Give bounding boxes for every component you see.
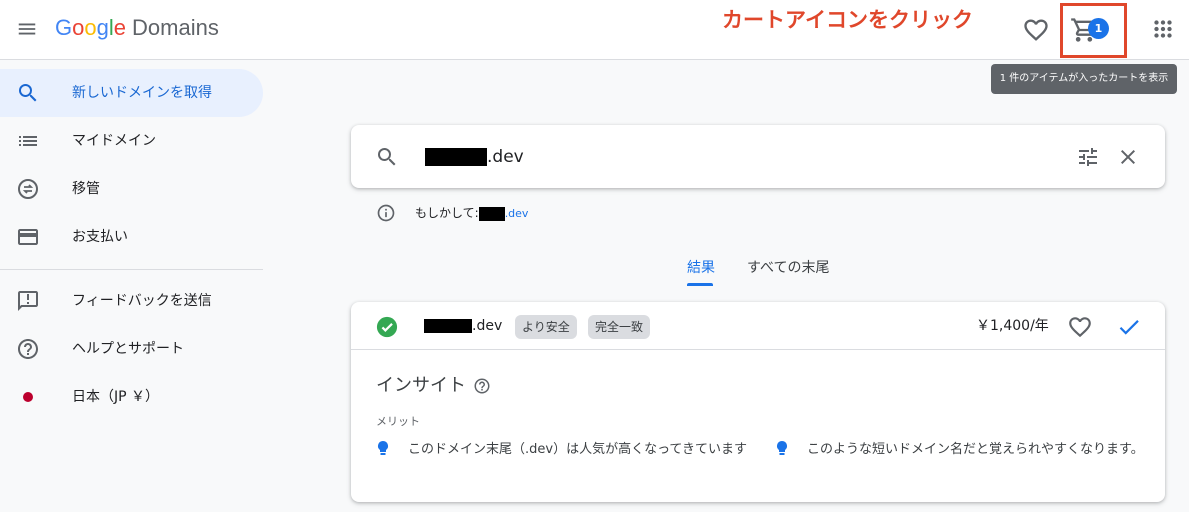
help-icon — [18, 339, 38, 359]
google-domains-logo[interactable]: Google Domains — [55, 14, 219, 42]
lightbulb-icon — [378, 441, 388, 455]
logo-product-name: Domains — [132, 15, 219, 40]
result-tabs: 結果 すべての末尾 — [351, 252, 1165, 288]
lightbulb-icon — [777, 441, 787, 455]
sidebar-item-label: 移管 — [72, 181, 100, 197]
list-icon — [19, 136, 37, 146]
sidebar: 新しいドメインを取得 マイドメイン 移管 お支払い フィードバックを送信 ヘルプ… — [0, 61, 270, 512]
sidebar-item-label: お支払い — [72, 229, 128, 245]
result-price: ￥1,400/年 — [976, 318, 1049, 334]
redacted-text — [478, 206, 505, 221]
chip-exact-match: 完全一致 — [588, 315, 651, 339]
added-to-cart-check-icon[interactable] — [1116, 314, 1142, 340]
sidebar-item-billing[interactable]: お支払い — [0, 213, 263, 261]
search-icon — [378, 148, 396, 166]
search-query-suffix: .dev — [487, 147, 524, 167]
sidebar-item-label: ヘルプとサポート — [72, 341, 184, 357]
sidebar-item-new-domain[interactable]: 新しいドメインを取得 — [0, 69, 263, 117]
sidebar-item-label: 新しいドメインを取得 — [72, 85, 212, 101]
result-card: .dev より安全 完全一致 ￥1,400/年 インサイト メリット このドメイ… — [351, 302, 1165, 502]
sidebar-item-label: 日本（JP ￥） — [72, 389, 160, 405]
japan-flag-icon — [23, 392, 33, 402]
sidebar-item-feedback[interactable]: フィードバックを送信 — [0, 277, 263, 325]
merit-label: メリット — [376, 415, 420, 428]
suggestion-link[interactable]: .dev — [505, 207, 529, 220]
did-you-mean-text: もしかして: .dev — [415, 206, 529, 221]
favorite-icon[interactable] — [1067, 314, 1093, 340]
tab-results[interactable]: 結果 — [687, 258, 715, 278]
insight-point: このドメイン末尾（.dev）は人気が高くなってきています — [408, 442, 748, 457]
close-icon[interactable] — [1116, 145, 1140, 169]
result-domain-name: .dev — [424, 316, 502, 336]
sidebar-item-label: フィードバックを送信 — [72, 293, 212, 309]
transfer-icon — [18, 179, 38, 199]
search-input[interactable]: .dev — [425, 145, 524, 169]
annotation-text: カートアイコンをクリック — [722, 8, 973, 32]
available-check-icon — [376, 316, 398, 338]
sidebar-item-transfer[interactable]: 移管 — [0, 165, 263, 213]
tune-icon[interactable] — [1076, 145, 1100, 169]
sidebar-item-my-domains[interactable]: マイドメイン — [0, 117, 263, 165]
favorites-icon[interactable] — [1022, 16, 1050, 44]
redacted-text — [425, 148, 487, 166]
insight-point: このような短いドメイン名だと覚えられやすくなります。 — [807, 442, 1144, 457]
sidebar-item-region[interactable]: 日本（JP ￥） — [0, 373, 263, 421]
insight-title: インサイト — [376, 375, 466, 396]
cart-tooltip: 1 件のアイテムが入ったカートを表示 — [991, 64, 1177, 94]
redacted-text — [424, 319, 472, 333]
tab-all-endings[interactable]: すべての末尾 — [747, 258, 829, 278]
chip-safer: より安全 — [515, 315, 577, 339]
info-icon — [377, 204, 395, 222]
tab-active-indicator — [687, 283, 713, 286]
sidebar-item-label: マイドメイン — [72, 133, 156, 149]
help-icon[interactable] — [473, 377, 491, 395]
search-card: .dev — [351, 125, 1165, 188]
feedback-icon — [18, 291, 38, 311]
sidebar-item-help[interactable]: ヘルプとサポート — [0, 325, 263, 373]
credit-card-icon — [18, 229, 38, 245]
apps-grid-icon[interactable] — [1150, 16, 1176, 42]
cart-count-badge: 1 — [1088, 18, 1109, 39]
domain-result-row[interactable]: .dev より安全 完全一致 ￥1,400/年 — [351, 302, 1165, 350]
search-icon — [19, 84, 37, 102]
top-bar: Google Domains カートアイコンをクリック 1 — [0, 0, 1189, 60]
menu-icon[interactable] — [16, 18, 38, 40]
sidebar-divider — [0, 269, 263, 270]
